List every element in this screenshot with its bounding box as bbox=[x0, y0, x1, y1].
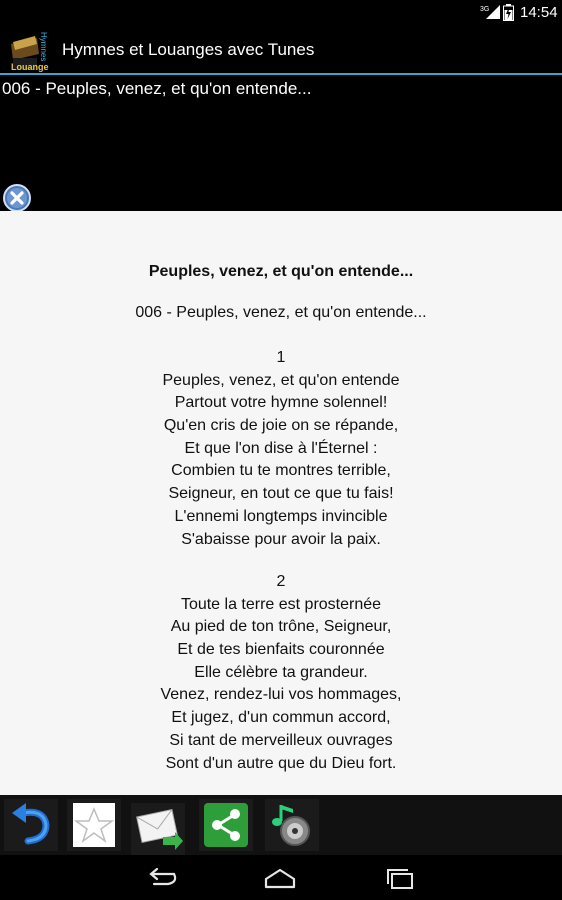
app-title: Hymnes et Louanges avec Tunes bbox=[62, 40, 315, 59]
stanza-line: Combien tu te montres terrible, bbox=[171, 462, 391, 480]
stanza-line: Et que l'on dise à l'Éternel : bbox=[184, 439, 378, 457]
stanza: 1 Peuples, venez, et qu'on entende Parto… bbox=[0, 347, 562, 551]
stanza-line: L'ennemi longtemps invincible bbox=[174, 507, 388, 525]
stanza-line: Sont d'un autre que du Dieu fort. bbox=[165, 754, 397, 772]
signal-icon: 3G bbox=[480, 5, 500, 19]
star-icon bbox=[73, 803, 115, 847]
undo-icon bbox=[12, 803, 50, 845]
share-button[interactable] bbox=[199, 799, 253, 851]
hymn-header-title: 006 - Peuples, venez, et qu'on entende..… bbox=[2, 79, 312, 98]
stanza-line: Toute la terre est prosternée bbox=[180, 595, 382, 613]
email-button[interactable] bbox=[131, 803, 185, 855]
app-logo-icon[interactable]: Hymnes Louange bbox=[9, 30, 55, 72]
svg-text:Louange: Louange bbox=[11, 62, 49, 72]
email-icon bbox=[136, 808, 183, 850]
stanza-line: Si tant de merveilleux ouvrages bbox=[169, 731, 393, 749]
favorite-button[interactable] bbox=[67, 799, 121, 851]
back-icon[interactable] bbox=[144, 866, 180, 890]
status-clock: 14:54 bbox=[520, 4, 558, 21]
home-icon[interactable] bbox=[262, 866, 298, 890]
stanza-number: 1 bbox=[276, 349, 286, 366]
share-icon bbox=[204, 803, 248, 847]
recents-icon[interactable] bbox=[382, 866, 418, 890]
close-icon[interactable] bbox=[3, 184, 31, 212]
music-button[interactable] bbox=[265, 799, 319, 851]
stanza-line: Elle célèbre ta grandeur. bbox=[194, 663, 368, 681]
hymn-title: Peuples, venez, et qu'on entende... bbox=[148, 263, 414, 280]
stanza-line: Peuples, venez, et qu'on entende bbox=[162, 371, 400, 389]
stanza-line: Seigneur, en tout ce que tu fais! bbox=[168, 485, 394, 503]
stanza-line: Venez, rendez-lui vos hommages, bbox=[160, 686, 402, 704]
svg-text:Hymnes: Hymnes bbox=[39, 32, 48, 61]
undo-button[interactable] bbox=[4, 799, 58, 851]
hymn-subtitle: 006 - Peuples, venez, et qu'on entende..… bbox=[135, 304, 427, 321]
hymn-content: Peuples, venez, et qu'on entende... 006 … bbox=[0, 211, 562, 795]
stanza-number: 2 bbox=[276, 573, 286, 590]
status-bar: 3G 14:54 bbox=[0, 0, 562, 25]
stanza-line: S'abaisse pour avoir la paix. bbox=[181, 530, 381, 548]
stanza-line: Et de tes bienfaits couronnée bbox=[177, 641, 385, 659]
stanza-line: Au pied de ton trône, Seigneur, bbox=[170, 618, 392, 636]
screen: 3G 14:54 Hymnes Louange Hymnes et Louang… bbox=[0, 0, 562, 900]
music-icon bbox=[272, 805, 310, 846]
stanza-line: Qu'en cris de joie on se répande, bbox=[163, 417, 399, 435]
battery-charging-icon bbox=[503, 4, 514, 21]
stanza: 2 Toute la terre est prosternée Au pied … bbox=[0, 571, 562, 775]
stanza-line: Partout votre hymne solennel! bbox=[174, 394, 388, 412]
svg-text:3G: 3G bbox=[480, 6, 489, 13]
stanza-line: Et jugez, d'un commun accord, bbox=[171, 709, 391, 727]
